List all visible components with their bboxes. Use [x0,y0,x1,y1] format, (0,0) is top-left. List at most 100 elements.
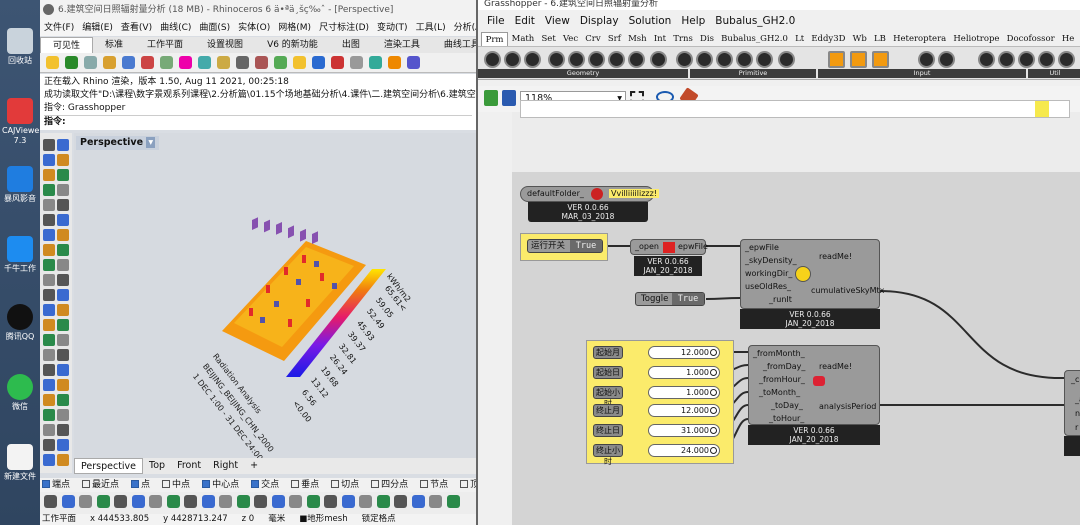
slider-grip-icon[interactable] [710,389,717,396]
recycle-bin-shortcut[interactable]: 回收站 [2,28,38,66]
side-tool-icon[interactable] [57,319,69,331]
snap-tool-icon[interactable] [166,495,180,508]
rhino-tab[interactable]: 可见性 [40,37,94,53]
command-prompt[interactable]: 指令: [44,115,472,129]
rhino-menu-item[interactable]: 查看(V) [117,20,156,36]
number-slider[interactable]: 终止日 31.000 [593,424,720,437]
snap-tool-icon[interactable] [114,495,127,508]
perspective-viewport[interactable] [74,133,476,458]
default-folder-node[interactable]: defaultFolder_ Vvilliiiilizzz! [520,186,660,202]
snap-tool-icon[interactable] [96,495,110,508]
snap-tool-icon[interactable] [376,495,390,508]
side-tool-icon[interactable] [57,289,69,301]
toolbar-tool-icon[interactable] [388,56,401,69]
run-toggle[interactable]: 运行开关 True [527,239,603,253]
rhino-menu-item[interactable]: 分析(A) [450,20,476,36]
snap-tool-icon[interactable] [184,495,197,508]
rhino-tab[interactable]: 渲染工具 [372,37,432,53]
toolbar-tool-icon[interactable] [350,56,363,69]
number-slider[interactable]: 起始月 12.000 [593,346,720,359]
side-tool-icon[interactable] [43,304,55,316]
toolbar-tool-icon[interactable] [46,56,59,69]
viewport-tab[interactable]: Right [207,458,244,474]
toolbar-tool-icon[interactable] [84,56,97,69]
toolbar-tool-icon[interactable] [160,56,173,69]
snap-tool-icon[interactable] [394,495,407,508]
toolbar-tool-icon[interactable] [293,56,306,69]
rhino-menu-item[interactable]: 工具(L) [412,20,450,36]
osnap-option[interactable]: 顶点 [460,478,476,492]
rhino-tab[interactable]: 标准 [93,37,135,53]
slider-grip-icon[interactable] [710,447,717,454]
rhino-tab[interactable]: 工作平面 [135,37,195,53]
cajviewer-shortcut[interactable]: CAJViewer 7.3 [2,98,43,146]
side-tool-icon[interactable] [43,349,55,361]
toolbar-tool-icon[interactable] [217,56,230,69]
rhino-menu-item[interactable]: 曲线(C) [156,20,195,36]
snap-tool-icon[interactable] [254,495,267,508]
osnap-checkbox[interactable] [131,480,140,488]
slider-grip-icon[interactable] [710,349,717,356]
snap-tool-icon[interactable] [131,495,145,508]
osnap-option[interactable]: 四分点 [371,478,414,492]
osnap-checkbox[interactable] [42,480,50,488]
side-tool-icon[interactable] [57,349,69,361]
qianniu-shortcut[interactable]: 千牛工作 [2,236,38,274]
snap-tool-icon[interactable] [341,495,355,508]
snap-tool-icon[interactable] [289,495,302,508]
toolbar-tool-icon[interactable] [103,56,116,69]
number-slider[interactable]: 终止月 12.000 [593,404,720,417]
side-tool-icon[interactable] [57,439,69,451]
osnap-option[interactable]: 中点 [162,478,196,492]
side-tool-icon[interactable] [43,319,55,331]
snap-tool-icon[interactable] [271,495,285,508]
toolbar-tool-icon[interactable] [65,56,78,69]
side-tool-icon[interactable] [43,214,55,226]
side-tool-icon[interactable] [43,169,55,181]
toolbar-tool-icon[interactable] [122,56,135,69]
side-tool-icon[interactable] [57,409,69,421]
side-tool-icon[interactable] [57,304,69,316]
slider-grip-icon[interactable] [710,369,717,376]
osnap-checkbox[interactable] [251,480,260,488]
snap-tool-icon[interactable] [44,495,57,508]
side-tool-icon[interactable] [57,199,69,211]
side-tool-icon[interactable] [57,379,69,391]
rhino-tab[interactable]: V6 的新功能 [255,37,330,53]
snap-tool-icon[interactable] [79,495,92,508]
toolbar-tool-icon[interactable] [274,56,287,69]
viewport-tab[interactable]: Front [171,458,207,474]
snap-tool-icon[interactable] [219,495,232,508]
osnap-option[interactable]: 点 [131,478,156,492]
side-tool-icon[interactable] [43,154,55,166]
side-tool-icon[interactable] [57,259,69,271]
side-tool-icon[interactable] [57,334,69,346]
osnap-option[interactable]: 垂点 [291,478,325,492]
osnap-checkbox[interactable] [420,480,429,488]
side-tool-icon[interactable] [43,454,55,466]
snap-tool-icon[interactable] [359,495,372,508]
snap-tool-icon[interactable] [149,495,162,508]
toolbar-tool-icon[interactable] [312,56,325,69]
side-tool-icon[interactable] [43,439,55,451]
side-tool-icon[interactable] [43,379,55,391]
slider-grip-icon[interactable] [710,407,717,414]
side-tool-icon[interactable] [43,274,55,286]
side-tool-icon[interactable] [57,169,69,181]
rhino-menu-item[interactable]: 网格(M) [274,20,315,36]
analysis-period-node[interactable]: _fromMonth_ _fromDay_ _fromHour_ _toMont… [748,345,880,425]
side-tool-icon[interactable] [57,424,69,436]
snap-tool-icon[interactable] [201,495,215,508]
new-file-shortcut[interactable]: 新建文件 [2,444,38,482]
osnap-checkbox[interactable] [291,480,300,488]
side-tool-icon[interactable] [57,184,69,196]
side-tool-icon[interactable] [43,409,55,421]
viewport-label[interactable]: Perspective ▾ [76,136,160,150]
number-slider[interactable]: 终止小时 24.000 [593,444,720,466]
rhino-menu-item[interactable]: 变动(T) [373,20,412,36]
viewport-tab[interactable]: Top [143,458,171,474]
side-tool-icon[interactable] [43,394,55,406]
open-epw-node[interactable]: _open epwFile [630,239,708,255]
snap-tool-icon[interactable] [411,495,425,508]
viewport-dropdown-icon[interactable]: ▾ [146,137,156,148]
